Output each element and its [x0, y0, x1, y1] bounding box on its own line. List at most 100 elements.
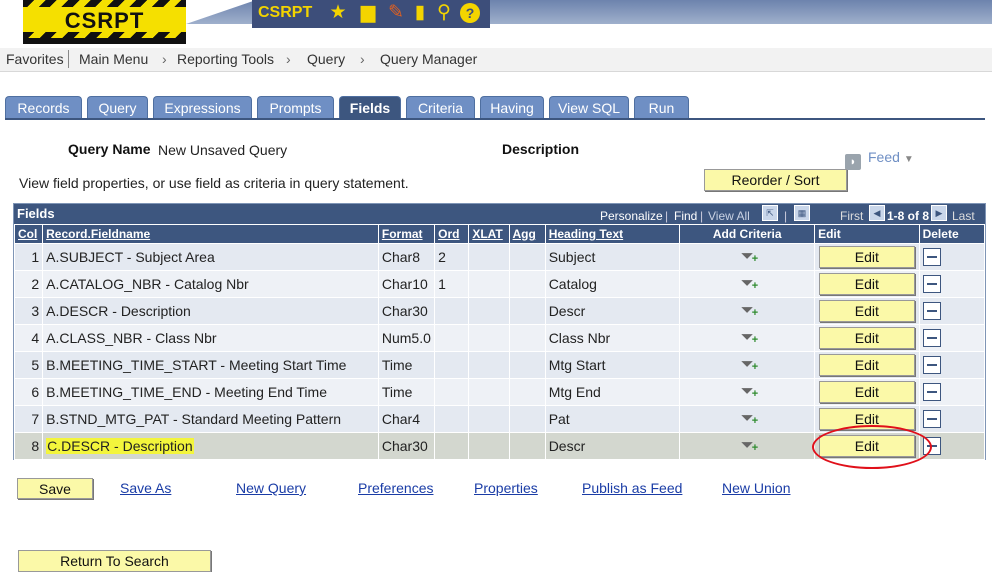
field-name: B.MEETING_TIME_END - Meeting End Time [42, 378, 379, 406]
document-icon[interactable]: ▮ [410, 3, 430, 23]
add-criteria-icon[interactable]: ⏷ + [738, 275, 758, 293]
edit-button[interactable]: Edit [818, 435, 915, 457]
tab-expressions[interactable]: Expressions [153, 96, 252, 118]
edit-button[interactable]: Edit [818, 273, 915, 295]
delete-row-icon[interactable] [922, 410, 941, 429]
prev-arrow-icon[interactable]: ◀ [869, 205, 885, 221]
edit-button[interactable]: Edit [818, 246, 915, 268]
table-row: 5 B.MEETING_TIME_START - Meeting Start Ti… [13, 351, 986, 379]
last-link[interactable]: Last [952, 209, 975, 223]
new-query-link[interactable]: New Query [236, 480, 306, 496]
breadcrumb-reporting-tools[interactable]: Reporting Tools [177, 51, 274, 67]
reorder-sort-button[interactable]: Reorder / Sort [704, 169, 847, 191]
next-arrow-icon[interactable]: ▶ [931, 205, 947, 221]
agg-cell [508, 270, 546, 298]
tab-view-sql[interactable]: View SQL [549, 96, 629, 118]
delete-row-icon[interactable] [922, 437, 941, 456]
feed-menu[interactable]: ◗ Feed ▼ [845, 149, 914, 170]
field-name: A.CLASS_NBR - Class Nbr [42, 324, 379, 352]
col-number: 5 [13, 351, 44, 379]
field-name: A.SUBJECT - Subject Area [42, 243, 379, 271]
first-link[interactable]: First [840, 209, 863, 223]
tab-query[interactable]: Query [87, 96, 148, 118]
help-icon[interactable]: ? [460, 3, 480, 23]
row-range: 1-8 of 8 [887, 209, 930, 223]
delete-row-icon[interactable] [922, 302, 941, 321]
col-header-ord[interactable]: Ord [438, 227, 459, 241]
publish-as-feed-link[interactable]: Publish as Feed [582, 480, 682, 496]
agg-cell [508, 297, 546, 325]
delete-row-icon[interactable] [922, 248, 941, 267]
xlat-cell [468, 432, 510, 460]
delete-row-icon[interactable] [922, 275, 941, 294]
heading-text-cell: Class Nbr [544, 324, 681, 352]
edit-button[interactable]: Edit [818, 327, 915, 349]
agg-cell [508, 378, 546, 406]
delete-row-icon[interactable] [922, 356, 941, 375]
add-criteria-icon[interactable]: ⏷ + [738, 437, 758, 455]
tab-having[interactable]: Having [480, 96, 544, 118]
properties-link[interactable]: Properties [474, 480, 538, 496]
fields-grid: Fields Personalize | Find | View All ⇱ |… [13, 203, 986, 460]
new-union-link[interactable]: New Union [722, 480, 790, 496]
breadcrumb: Favorites Main Menu › Reporting Tools › … [0, 48, 992, 72]
format-cell: Char10 [377, 270, 436, 298]
col-number: 2 [13, 270, 44, 298]
fields-table: Col Record.Fieldname Format Ord XLAT Agg… [13, 224, 986, 460]
add-criteria-icon[interactable]: ⏷ + [738, 329, 758, 347]
logo-text: CSRPT [64, 8, 145, 33]
save-as-link[interactable]: Save As [120, 480, 171, 496]
col-header-format[interactable]: Format [382, 227, 423, 241]
return-to-search-button[interactable]: Return To Search [18, 550, 211, 572]
edit-button[interactable]: Edit [818, 354, 915, 376]
folder-icon[interactable]: ▆ [358, 3, 378, 23]
add-criteria-icon[interactable]: ⏷ + [738, 410, 758, 428]
breadcrumb-query[interactable]: Query [307, 51, 345, 67]
app-name: CSRPT [258, 4, 313, 21]
col-header-xlat[interactable]: XLAT [472, 227, 502, 241]
ord-cell [434, 432, 470, 460]
breadcrumb-main-menu[interactable]: Main Menu [79, 51, 148, 67]
add-criteria-icon[interactable]: ⏷ + [738, 248, 758, 266]
query-name-label: Query Name [68, 141, 151, 157]
breadcrumb-query-manager: Query Manager [380, 51, 478, 67]
table-row: 2 A.CATALOG_NBR - Catalog Nbr Char10 1 Catal… [13, 270, 986, 298]
logo: CSRPT [23, 0, 186, 44]
instructions-text: View field properties, or use field as c… [19, 175, 409, 191]
heading-text-cell: Catalog [544, 270, 681, 298]
download-icon[interactable]: ⇱ [762, 205, 778, 221]
star-icon[interactable]: ★ [328, 3, 348, 23]
add-criteria-icon[interactable]: ⏷ + [738, 356, 758, 374]
tab-records[interactable]: Records [5, 96, 82, 118]
table-row: 4 A.CLASS_NBR - Class Nbr Num5.0 Class Nbr ⏷… [13, 324, 986, 352]
find-link[interactable]: Find [674, 209, 697, 223]
col-header-heading-text[interactable]: Heading Text [549, 227, 623, 241]
table-row: 6 B.MEETING_TIME_END - Meeting End Time Ti… [13, 378, 986, 406]
tab-criteria[interactable]: Criteria [406, 96, 475, 118]
col-header-fieldname[interactable]: Record.Fieldname [46, 227, 150, 241]
delete-row-icon[interactable] [922, 329, 941, 348]
tab-fields[interactable]: Fields [339, 96, 401, 118]
format-cell: Time [377, 378, 436, 406]
view-all-link[interactable]: View All [708, 209, 750, 223]
ord-cell: 2 [434, 243, 470, 271]
col-header-agg[interactable]: Agg [513, 227, 536, 241]
edit-button[interactable]: Edit [818, 381, 915, 403]
save-button[interactable]: Save [17, 478, 93, 499]
xlat-cell [468, 378, 510, 406]
add-criteria-icon[interactable]: ⏷ + [738, 302, 758, 320]
preferences-link[interactable]: Preferences [358, 480, 433, 496]
edit-button[interactable]: Edit [818, 300, 915, 322]
table-row: 1 A.SUBJECT - Subject Area Char8 2 Subject ⏷ +… [13, 243, 986, 271]
search-icon[interactable]: ⚲ [434, 3, 454, 23]
col-header-col[interactable]: Col [18, 227, 37, 241]
edit-button[interactable]: Edit [818, 408, 915, 430]
add-criteria-icon[interactable]: ⏷ + [738, 383, 758, 401]
delete-row-icon[interactable] [922, 383, 941, 402]
personalize-link[interactable]: Personalize [600, 209, 663, 223]
tab-run[interactable]: Run [634, 96, 689, 118]
grid-view-icon[interactable]: ▦ [794, 205, 810, 221]
breadcrumb-favorites[interactable]: Favorites [6, 51, 64, 67]
tab-prompts[interactable]: Prompts [257, 96, 334, 118]
pencil-icon[interactable]: ✎ [386, 3, 406, 23]
